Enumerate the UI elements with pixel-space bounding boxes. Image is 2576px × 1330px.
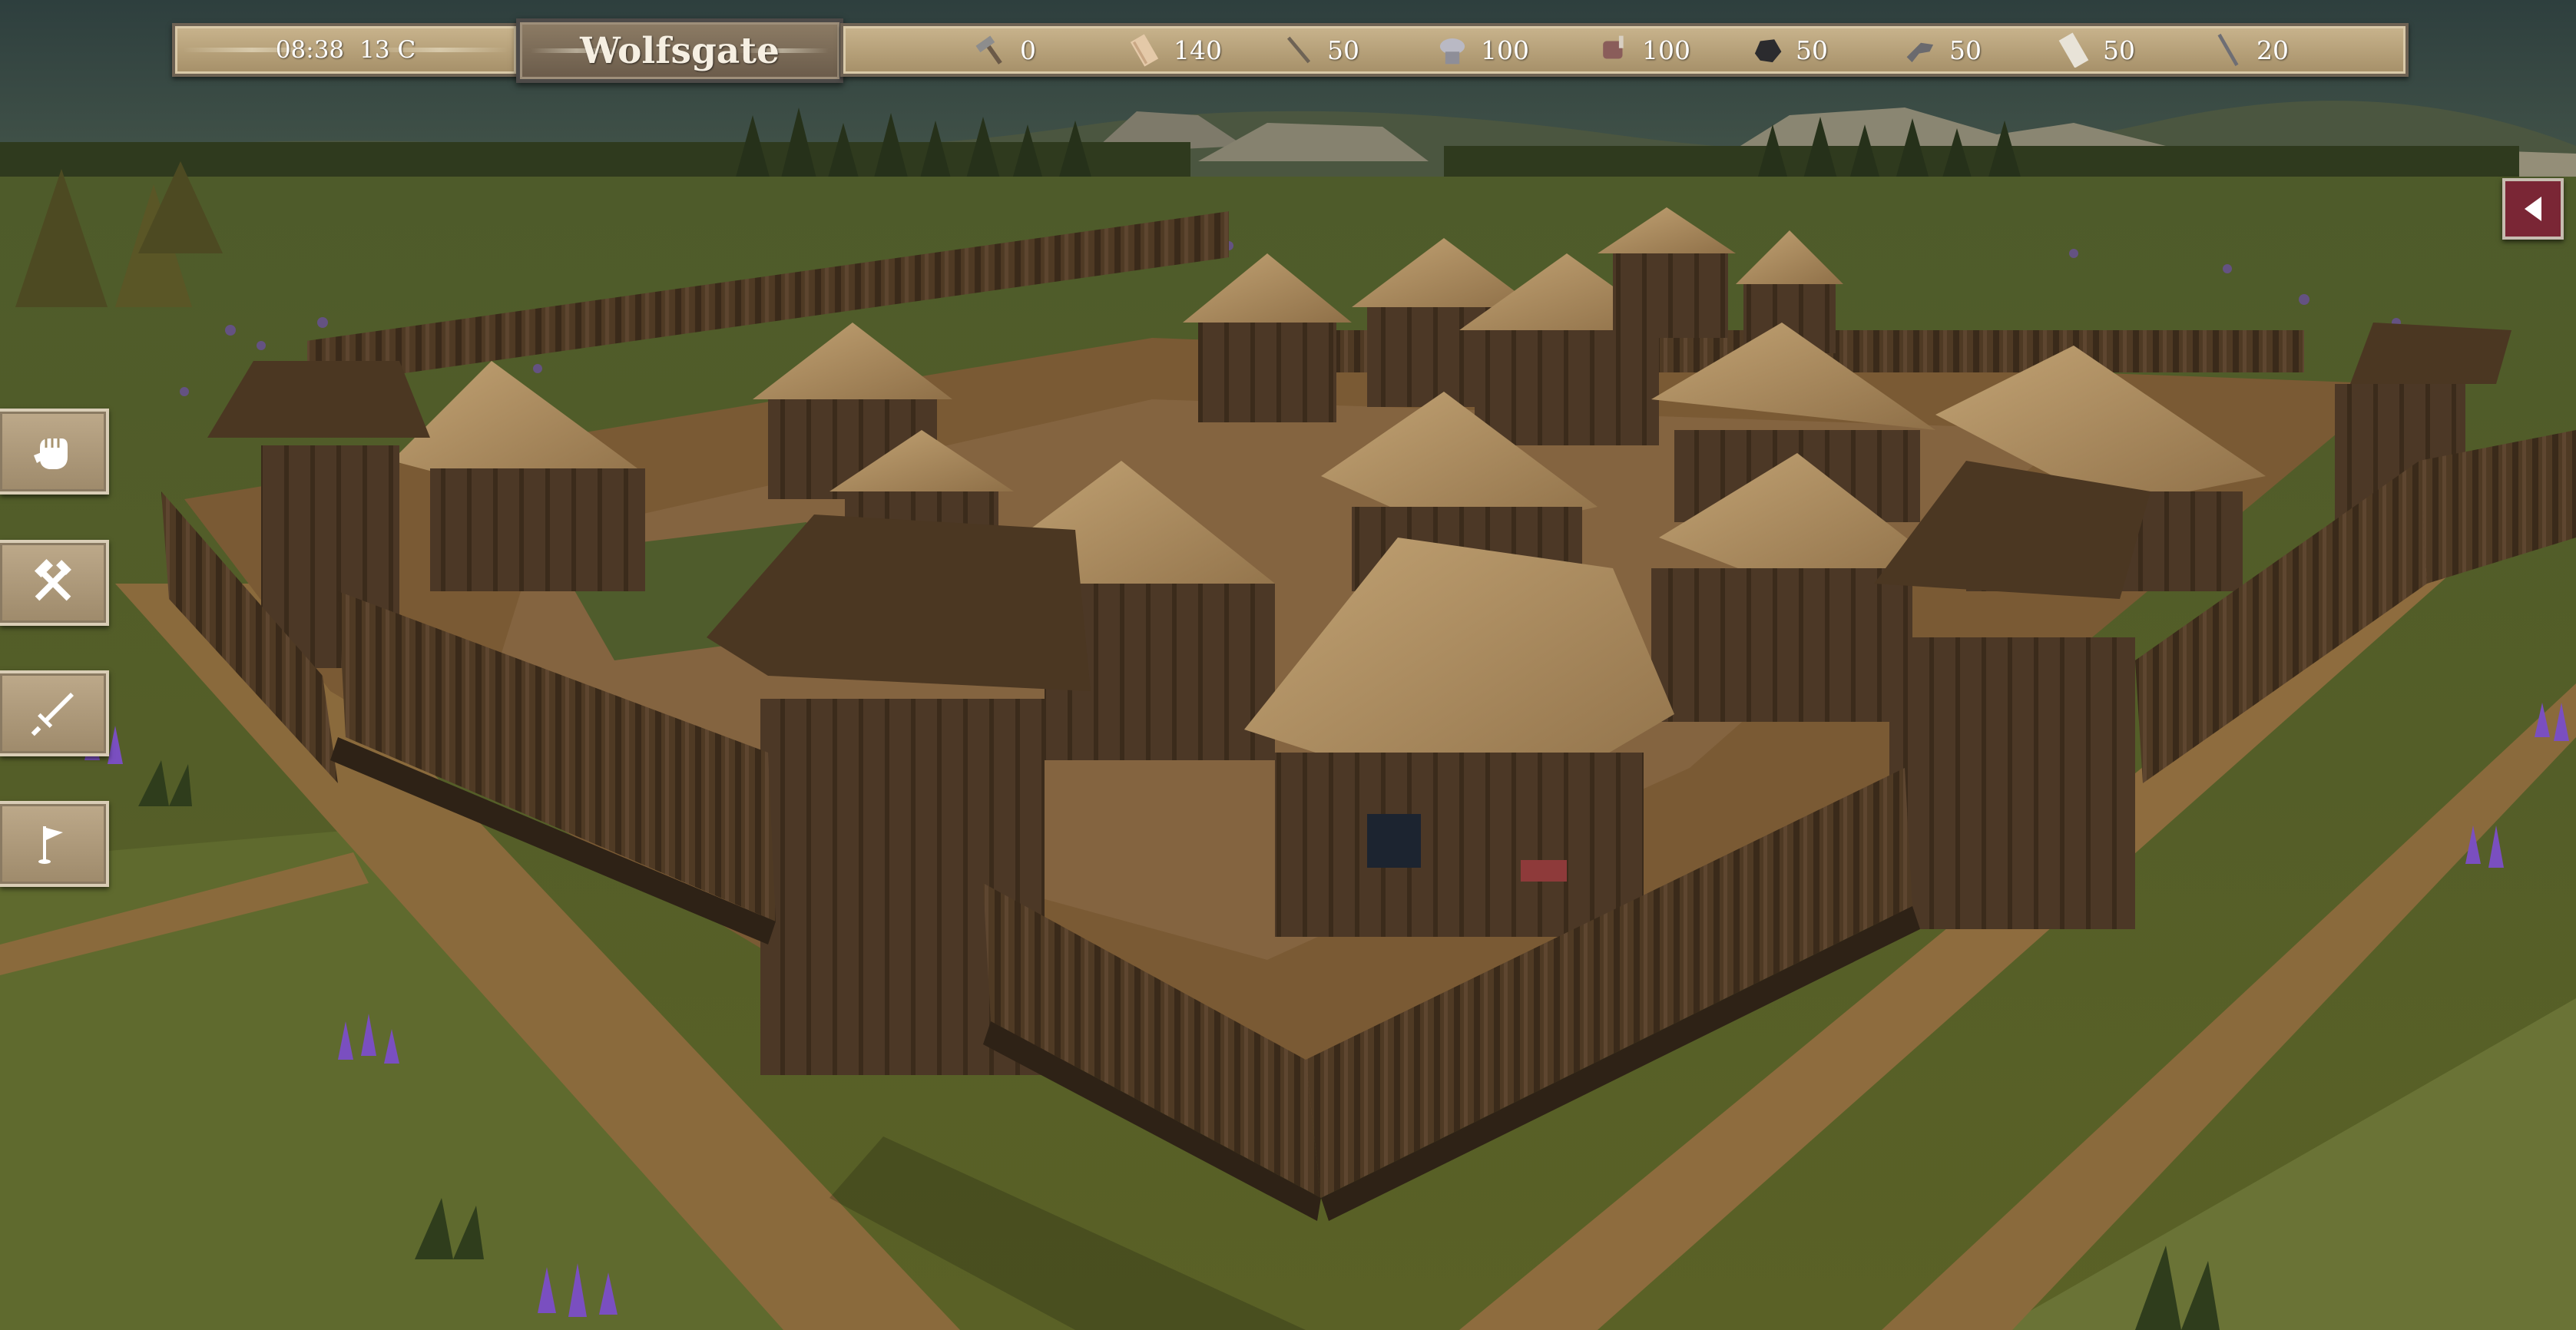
resource-value: 50 [2103,35,2135,65]
wood-plank-icon [1130,34,1159,67]
time-readout: 08:38 13 C [175,26,516,74]
collapse-panel-button[interactable] [2502,178,2564,240]
resource-coal[interactable]: 50 [1750,26,1828,74]
ore-icon [1439,38,1465,65]
resource-value: 0 [1020,35,1036,65]
stick-icon [1286,36,1311,64]
build-button[interactable] [0,540,109,626]
resource-hammer[interactable]: 0 [974,26,1036,74]
game-viewport[interactable] [0,0,2576,1330]
sword-icon [31,693,74,736]
fist-icon [34,438,68,469]
resource-wood-plank[interactable]: 140 [1127,26,1222,74]
paper-icon [2058,32,2089,68]
resource-value: 100 [1642,35,1690,65]
resource-value: 50 [1796,35,1828,65]
resource-value: 140 [1174,35,1222,65]
tool-icon [1906,42,1934,63]
resource-ore[interactable]: 100 [1435,26,1529,74]
hammer-icon [975,35,1002,65]
fist-button[interactable] [0,409,109,495]
resource-value: 50 [1327,35,1359,65]
resource-bar: 0 140 50 100 100 50 50 50 20 [840,23,2409,77]
temperature: 13 C [359,36,416,64]
resource-meat[interactable]: 100 [1596,26,1690,74]
resource-tool[interactable]: 50 [1903,26,1982,74]
resource-paper[interactable]: 50 [2057,26,2135,74]
coal-icon [1754,39,1782,63]
town-name: Wolfsgate [580,29,780,72]
hammer-crossed-icon [34,558,71,601]
resource-value: 20 [2256,35,2289,65]
resource-stick[interactable]: 50 [1281,26,1359,74]
time-panel: 08:38 13 C [172,23,519,77]
arrow-left-icon [2525,197,2541,221]
sword-button[interactable] [0,670,109,756]
sword-blade-icon [2217,33,2239,67]
flag-icon [38,826,63,864]
resource-value: 100 [1481,35,1529,65]
clock-time: 08:38 [275,36,345,64]
meat-icon [1603,35,1624,59]
resource-sword-blade[interactable]: 20 [2210,26,2289,74]
resource-value: 50 [1949,35,1982,65]
flag-button[interactable] [0,801,109,887]
town-name-panel[interactable]: Wolfsgate [516,18,843,83]
